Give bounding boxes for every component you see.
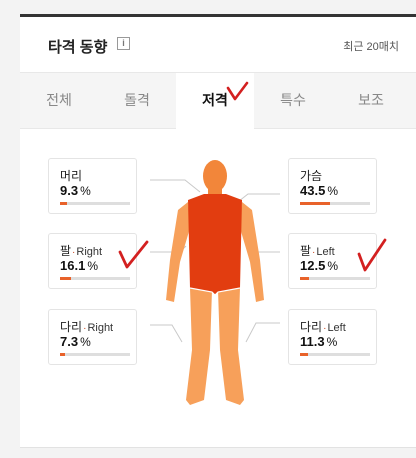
connector-leg-left (245, 322, 280, 343)
tab-sniper[interactable]: 저격 (176, 73, 254, 130)
connector-leg-right (150, 324, 183, 343)
stat-leg-left-value: 11.3% (300, 334, 338, 349)
recent-matches-label: 최근 20매치 (343, 41, 399, 53)
right-leg-shape (186, 288, 212, 405)
stat-arm-left-bar (300, 277, 370, 280)
stat-leg-left-bar (300, 353, 370, 356)
tab-special[interactable]: 특수 (254, 73, 332, 128)
stat-leg-left: 다리·Left 11.3% (288, 309, 377, 365)
stat-chest: 가슴 43.5% (288, 158, 377, 214)
stat-chest-value: 43.5% (300, 183, 338, 198)
stat-leg-right-label: 다리·Right (60, 320, 114, 334)
stat-arm-right-bar (60, 277, 130, 280)
stat-arm-left-label: 팔·Left (300, 244, 335, 258)
card-header: 타격 동향 i 최근 20매치 (20, 17, 416, 72)
stat-head-value: 9.3% (60, 183, 91, 198)
stat-leg-right-value: 7.3% (60, 334, 91, 349)
body-figure (150, 160, 280, 405)
card-title: 타격 동향 (48, 39, 108, 56)
stat-leg-right: 다리·Right 7.3% (48, 309, 137, 365)
left-leg-shape (218, 288, 244, 405)
stat-arm-right-value: 16.1% (60, 258, 98, 273)
stat-head-label: 머리 (60, 169, 83, 183)
stat-arm-left: 팔·Left 12.5% (288, 233, 377, 289)
stat-arm-left-value: 12.5% (300, 258, 338, 273)
weapon-tabs: 전체 돌격 저격 특수 보조 (20, 72, 416, 130)
stat-head: 머리 9.3% (48, 158, 137, 214)
stat-chest-label: 가슴 (300, 169, 323, 183)
stat-leg-left-label: 다리·Left (300, 320, 346, 334)
stat-head-bar (60, 202, 130, 205)
info-icon[interactable]: i (117, 37, 130, 50)
stat-arm-right: 팔·Right 16.1% (48, 233, 137, 289)
head-shape (203, 160, 227, 192)
tab-assault[interactable]: 돌격 (98, 73, 176, 128)
connector-head (150, 179, 201, 193)
torso-shape (188, 194, 242, 295)
tab-all[interactable]: 전체 (20, 73, 98, 128)
stat-leg-right-bar (60, 353, 130, 356)
tab-support[interactable]: 보조 (332, 73, 410, 128)
stat-arm-right-label: 팔·Right (60, 244, 103, 258)
stat-chest-bar (300, 202, 370, 205)
